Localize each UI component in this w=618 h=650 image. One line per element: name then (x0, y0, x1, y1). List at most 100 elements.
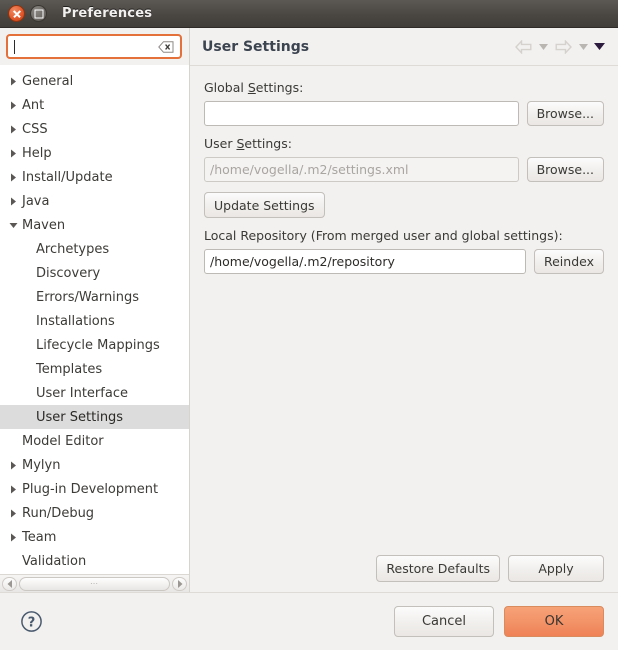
apply-button[interactable]: Apply (508, 555, 604, 582)
preferences-tree[interactable]: General Ant CSS Help Install/Update Java Maven… (0, 65, 189, 574)
clear-search-icon[interactable] (158, 40, 174, 53)
back-arrow-icon[interactable] (512, 36, 534, 58)
global-settings-browse-button[interactable]: Browse... (526, 101, 604, 126)
window-title: Preferences (62, 6, 153, 21)
update-settings-button[interactable]: Update Settings (204, 192, 325, 218)
sidebar-item-label: Install/Update (22, 169, 113, 185)
help-question-icon[interactable]: ? (18, 609, 44, 635)
sidebar-item-label: Model Editor (22, 433, 104, 449)
sidebar-item-label: Archetypes (36, 241, 110, 257)
global-settings-row: Browse... (204, 101, 604, 126)
page-title: User Settings (202, 38, 310, 55)
sidebar-item-label: Mylyn (22, 457, 61, 473)
sidebar-item-label: Installations (36, 313, 115, 329)
chevron-right-icon[interactable] (6, 461, 20, 470)
sidebar-item-label: User Interface (36, 385, 128, 401)
sidebar-item-label: Run/Debug (22, 505, 95, 521)
sidebar-item-maven[interactable]: Maven (0, 213, 189, 237)
forward-arrow-icon[interactable] (552, 36, 574, 58)
chevron-down-icon[interactable] (6, 222, 20, 229)
dialog-button-bar: ? Cancel OK (0, 592, 618, 650)
sidebar-item-label: General (22, 73, 74, 89)
scroll-right-icon[interactable] (172, 576, 187, 591)
sidebar-item-label: Ant (22, 97, 45, 113)
cancel-button[interactable]: Cancel (394, 606, 494, 637)
scrollbar-grip-icon: ⋯ (90, 578, 99, 588)
ok-button[interactable]: OK (504, 606, 604, 637)
search-input[interactable] (14, 36, 158, 57)
window-titlebar: Preferences (0, 0, 618, 28)
sidebar-item-label: Validation (22, 553, 87, 569)
reindex-button[interactable]: Reindex (533, 249, 604, 274)
dialog-body: General Ant CSS Help Install/Update Java Maven… (0, 28, 618, 592)
local-repository-label: Local Repository (From merged user and g… (204, 228, 563, 243)
global-settings-label-post: ettings: (255, 80, 304, 95)
user-settings-browse-button[interactable]: Browse... (526, 157, 604, 182)
content-footer-buttons: Restore Defaults Apply (190, 555, 618, 592)
sidebar-item-discovery[interactable]: Discovery (0, 261, 189, 285)
content-header: User Settings (190, 28, 618, 66)
chevron-right-icon[interactable] (6, 485, 20, 494)
settings-form: Global Settings: Browse... User Settings… (190, 66, 618, 555)
sidebar-item-plug-in-development[interactable]: Plug-in Development (0, 477, 189, 501)
sidebar-item-model-editor[interactable]: Model Editor (0, 429, 189, 453)
preferences-sidebar: General Ant CSS Help Install/Update Java Maven… (0, 28, 190, 592)
user-settings-label-post: ettings: (244, 136, 292, 151)
global-settings-label: Global Settings: (204, 80, 604, 95)
sidebar-item-installations[interactable]: Installations (0, 309, 189, 333)
sidebar-item-archetypes[interactable]: Archetypes (0, 237, 189, 261)
sidebar-item-mylyn[interactable]: Mylyn (0, 453, 189, 477)
close-icon[interactable] (8, 5, 25, 22)
sidebar-item-label: Templates (36, 361, 103, 377)
forward-history-chevron-down-icon[interactable] (576, 36, 590, 58)
chevron-right-icon[interactable] (6, 197, 20, 206)
sidebar-item-user-interface[interactable]: User Interface (0, 381, 189, 405)
search-box[interactable] (6, 34, 182, 59)
chevron-right-icon[interactable] (6, 509, 20, 518)
minimize-icon[interactable] (30, 5, 47, 22)
sidebar-item-label: Maven (22, 217, 66, 233)
sidebar-item-label: Plug-in Development (22, 481, 159, 497)
preferences-dialog: Preferences General Ant CSS Help Install/Upd… (0, 0, 618, 650)
scroll-left-icon[interactable] (2, 576, 17, 591)
sidebar-item-ant[interactable]: Ant (0, 93, 189, 117)
sidebar-item-run-debug[interactable]: Run/Debug (0, 501, 189, 525)
sidebar-item-install-update[interactable]: Install/Update (0, 165, 189, 189)
sidebar-item-team[interactable]: Team (0, 525, 189, 549)
sidebar-item-errors-warnings[interactable]: Errors/Warnings (0, 285, 189, 309)
restore-defaults-button[interactable]: Restore Defaults (376, 555, 500, 582)
chevron-right-icon[interactable] (6, 533, 20, 542)
local-repository-input[interactable] (204, 249, 526, 274)
sidebar-item-templates[interactable]: Templates (0, 357, 189, 381)
sidebar-item-label: Lifecycle Mappings (36, 337, 160, 353)
sidebar-horizontal-scrollbar[interactable]: ⋯ (0, 574, 189, 592)
chevron-right-icon[interactable] (6, 77, 20, 86)
sidebar-item-label: Discovery (36, 265, 101, 281)
global-settings-label-mnemonic: S (247, 80, 256, 95)
view-menu-icon[interactable] (592, 36, 606, 58)
sidebar-item-java[interactable]: Java (0, 189, 189, 213)
sidebar-item-css[interactable]: CSS (0, 117, 189, 141)
local-repository-row: Reindex (204, 249, 604, 274)
user-settings-input[interactable] (204, 157, 519, 182)
sidebar-item-label: Errors/Warnings (36, 289, 140, 305)
user-settings-label-pre: User (204, 136, 237, 151)
back-history-chevron-down-icon[interactable] (536, 36, 550, 58)
global-settings-input[interactable] (204, 101, 519, 126)
chevron-right-icon[interactable] (6, 125, 20, 134)
sidebar-item-general[interactable]: General (0, 69, 189, 93)
chevron-right-icon[interactable] (6, 173, 20, 182)
chevron-right-icon[interactable] (6, 149, 20, 158)
sidebar-item-validation[interactable]: Validation (0, 549, 189, 573)
scrollbar-thumb[interactable]: ⋯ (19, 576, 170, 591)
sidebar-item-label: Java (22, 193, 50, 209)
svg-text:?: ? (27, 615, 35, 630)
sidebar-item-user-settings[interactable]: User Settings (0, 405, 189, 429)
sidebar-item-help[interactable]: Help (0, 141, 189, 165)
sidebar-item-label: Help (22, 145, 52, 161)
global-settings-label-pre: Global (204, 80, 248, 95)
search-container (0, 28, 189, 65)
chevron-right-icon[interactable] (6, 101, 20, 110)
sidebar-item-lifecycle-mappings[interactable]: Lifecycle Mappings (0, 333, 189, 357)
sidebar-item-label: Team (22, 529, 57, 545)
